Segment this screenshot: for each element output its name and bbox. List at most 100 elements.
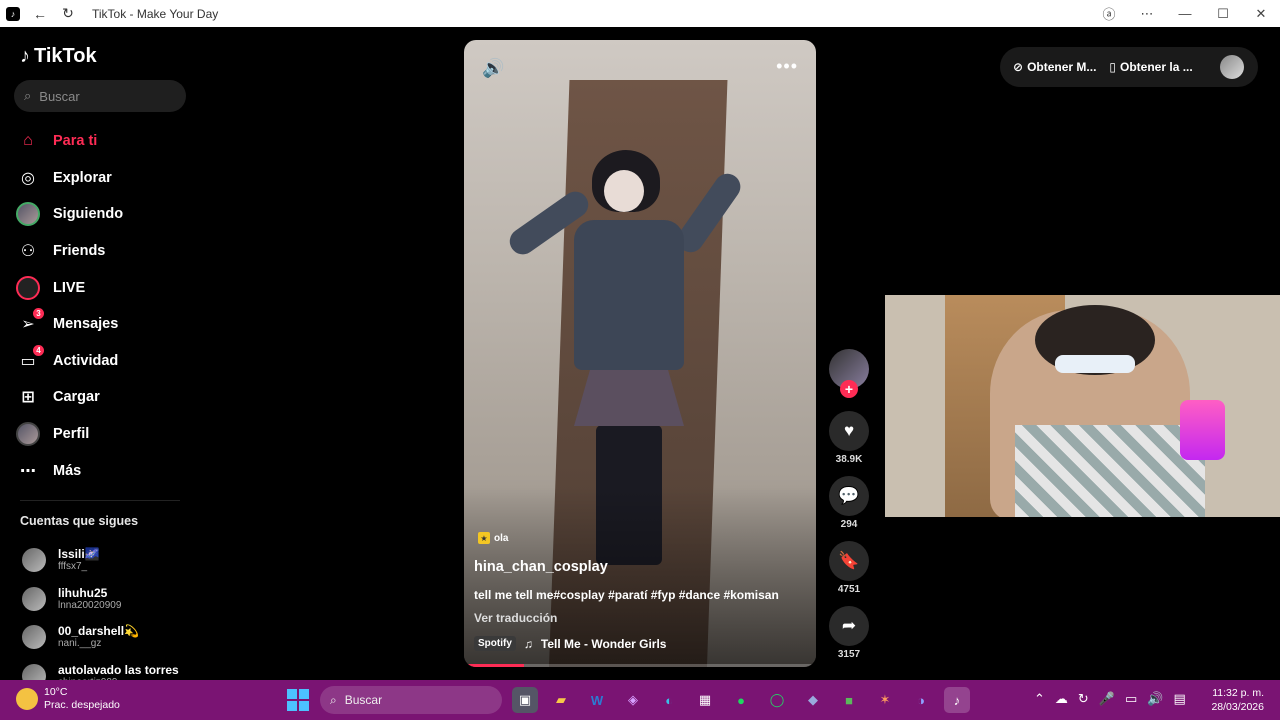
clock-date: 28/03/2026 (1211, 701, 1264, 713)
following-item[interactable]: 00_darshell💫 nani.__gz (22, 618, 197, 657)
taskbar-search[interactable]: ⌕ Buscar (320, 686, 502, 714)
profile-avatar-icon (16, 422, 40, 447)
bookmark-icon: 🔖 (838, 551, 860, 570)
home-icon: ⌂ (23, 132, 33, 150)
more-icon: ⋯ (20, 462, 36, 480)
start-button[interactable] (287, 689, 309, 711)
get-app-button[interactable]: ▯ Obtener la ... (1096, 60, 1192, 74)
weather-icon (16, 688, 38, 710)
nav-label: Cargar (53, 389, 100, 406)
following-name: lihuhu25 (58, 585, 108, 600)
file-explorer-icon[interactable]: ▰ (548, 687, 574, 713)
translate-icon[interactable]: ⓐ (1090, 4, 1128, 23)
edge-icon[interactable]: ◐ (656, 687, 682, 713)
microphone-icon[interactable]: 🎤 (1099, 691, 1115, 707)
translate-link[interactable]: Ver traducción (474, 611, 557, 625)
nav-actividad[interactable]: ▭ 4 Actividad (16, 343, 196, 380)
music-info[interactable]: Spotify ♫ Tell Me - Wonder Girls (474, 636, 666, 651)
reload-icon[interactable]: ↻ (60, 5, 76, 22)
sidebar: ♪ TikTok ⌕ Buscar ⌂ Para ti ◎ Explorar S… (0, 27, 200, 680)
taskbar-search-label: Buscar (344, 693, 383, 707)
display-icon[interactable]: ▭ (1125, 691, 1137, 707)
store-icon[interactable]: ▦ (692, 687, 718, 713)
clock[interactable]: 11:32 p. m. 28/03/2026 (1211, 686, 1264, 714)
webcam-microphone (1180, 400, 1225, 460)
maximize-button[interactable]: ☐ (1204, 6, 1242, 22)
minecraft-icon[interactable]: ■ (836, 687, 862, 713)
following-item[interactable]: lihuhu25 lnna20020909 (22, 580, 197, 619)
chevron-up-icon[interactable]: ⌃ (1034, 691, 1045, 707)
spotify-icon[interactable]: ● (728, 687, 754, 713)
more-menu-icon[interactable]: ⋯ (1128, 6, 1166, 22)
tiktok-logo[interactable]: ♪ TikTok (20, 45, 97, 68)
close-button[interactable]: ✕ (1242, 6, 1280, 22)
cloud-icon[interactable]: ☁ (1055, 691, 1068, 707)
nav-mas[interactable]: ⋯ Más (16, 452, 196, 489)
minimize-button[interactable]: — (1166, 6, 1204, 21)
like-button[interactable]: ♥ (829, 411, 869, 451)
window-title-bar: ♪ ← ↻ TikTok - Make Your Day ⓐ ⋯ — ☐ ✕ (0, 0, 1280, 27)
get-app-label: Obtener la ... (1120, 60, 1193, 74)
tiktok-icon: ♪ (6, 6, 20, 21)
video-more-icon[interactable]: ••• (776, 56, 798, 77)
tiktok-taskbar-icon[interactable]: ♪ (944, 687, 970, 713)
video-progress-bar[interactable] (464, 664, 816, 667)
whatsapp-icon[interactable]: ◯ (764, 687, 790, 713)
share-button[interactable]: ➦ (829, 606, 869, 646)
sync-icon[interactable]: ↻ (1078, 691, 1089, 707)
game-icon[interactable]: ✶ (872, 687, 898, 713)
get-coins-button[interactable]: ⊘ Obtener M... (1000, 60, 1096, 74)
following-name: 00_darshell💫 (58, 624, 139, 639)
activity-badge: 4 (33, 344, 44, 356)
share-count: 3157 (837, 649, 861, 660)
music-title: Tell Me - Wonder Girls (540, 636, 667, 651)
phone-icon: ▯ (1109, 60, 1117, 74)
nav-label: Explorar (53, 169, 112, 186)
nav-siguiendo[interactable]: Siguiendo (16, 196, 196, 233)
nav-explorar[interactable]: ◎ Explorar (16, 160, 196, 197)
spotify-badge[interactable]: Spotify (474, 636, 516, 651)
following-item[interactable]: lssili🌌 fffsx7_ (22, 541, 197, 580)
video-description: tell me tell me#cosplay #paratí #fyp #da… (474, 588, 779, 602)
like-count: 38.9K (835, 454, 863, 465)
discord-icon[interactable]: ◑ (908, 687, 934, 713)
nav-cargar[interactable]: ⊞ Cargar (16, 379, 196, 416)
upload-icon: ⊞ (21, 389, 35, 407)
app-icon[interactable]: ◆ (800, 687, 826, 713)
copilot-icon[interactable]: ◈ (620, 687, 646, 713)
volume-icon[interactable]: 🔊 (1147, 691, 1163, 707)
video-tag[interactable]: ★ ola (478, 532, 508, 544)
follow-plus-icon[interactable]: + (840, 380, 858, 398)
search-icon: ⌕ (24, 88, 32, 103)
progress-fill (464, 664, 524, 667)
tiktok-app: ♪ TikTok ⌕ Buscar ⌂ Para ti ◎ Explorar S… (0, 27, 1280, 680)
avatar (22, 586, 46, 611)
battery-icon[interactable]: ▤ (1173, 691, 1185, 707)
save-button[interactable]: 🔖 (829, 541, 869, 581)
following-item[interactable]: autolavado las torreschinoortiz009 (22, 657, 197, 680)
task-view-icon[interactable]: ▣ (512, 687, 538, 713)
logo-text: TikTok (34, 45, 97, 67)
taskbar-apps: ▣ ▰ W ◈ ◐ ▦ ● ◯ ◆ ■ ✶ ◑ ♪ (512, 687, 970, 713)
webcam-overlay (885, 295, 1280, 517)
inbox-icon: ▭ 4 (16, 344, 44, 373)
weather-widget[interactable]: 10°C Prac. despejado (16, 686, 120, 712)
video-player[interactable]: 🔊 ••• ★ ola hina_chan_cosplay tell me te… (464, 40, 816, 667)
creator-avatar[interactable]: + (829, 349, 869, 398)
system-tray: ⌃ ☁ ↻ 🎤 ▭ 🔊 ▤ (1034, 691, 1186, 707)
nav-live[interactable]: LIVE (16, 269, 196, 306)
volume-icon[interactable]: 🔊 (482, 58, 504, 79)
following-name: lssili🌌 (58, 547, 100, 562)
word-icon[interactable]: W (584, 687, 610, 713)
nav-mensajes[interactable]: ➢ 3 Mensajes (16, 306, 196, 343)
video-author[interactable]: hina_chan_cosplay (474, 559, 608, 575)
nav-friends[interactable]: ⚇ Friends (16, 233, 196, 270)
window-title: TikTok - Make Your Day (92, 6, 219, 21)
nav-perfil[interactable]: Perfil (16, 416, 196, 453)
back-icon[interactable]: ← (32, 6, 48, 22)
nav-para-ti[interactable]: ⌂ Para ti (16, 123, 196, 160)
comment-button[interactable]: 💬 (829, 476, 869, 516)
avatar (22, 663, 46, 680)
search-input[interactable]: ⌕ Buscar (14, 80, 186, 112)
user-avatar[interactable] (1220, 55, 1244, 79)
